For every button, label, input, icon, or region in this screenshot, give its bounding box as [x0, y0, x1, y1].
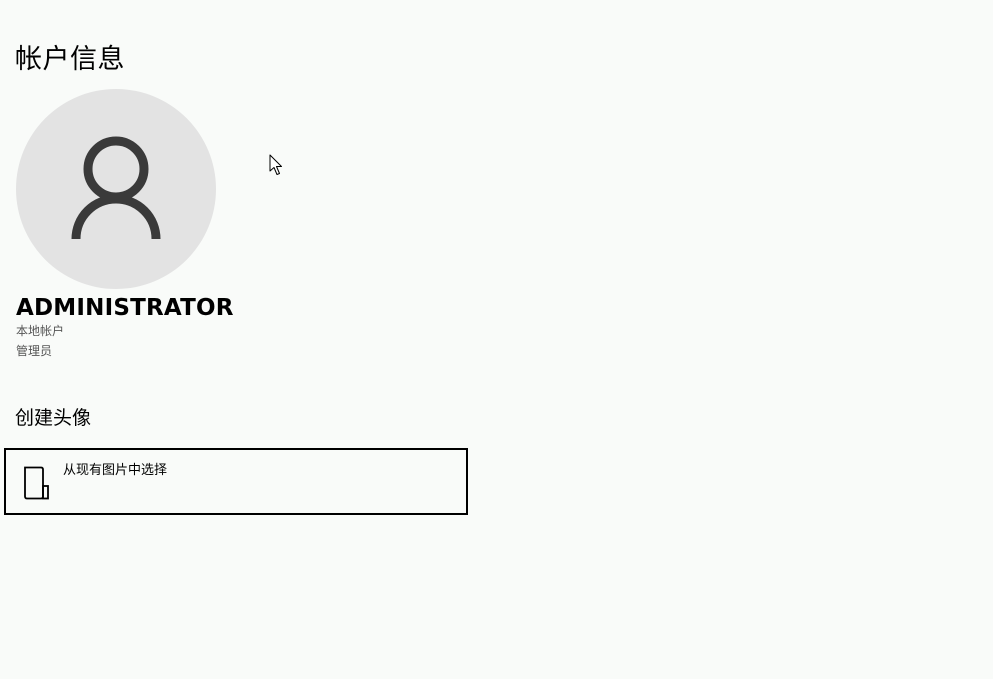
mouse-cursor-icon — [269, 154, 282, 175]
avatar — [16, 89, 216, 289]
account-type: 本地帐户 — [16, 324, 65, 338]
account-role: 管理员 — [16, 344, 53, 358]
create-avatar-heading: 创建头像 — [15, 407, 92, 429]
page-title: 帐户信息 — [15, 44, 125, 75]
browse-picture-label: 从现有图片中选择 — [63, 463, 168, 478]
account-info-page: 帐户信息 ADMINISTRATOR 本地帐户 管理员 创建头像 从现有图片中选… — [0, 0, 993, 679]
user-name: ADMINISTRATOR — [16, 295, 234, 321]
browse-picture-button[interactable]: 从现有图片中选择 — [4, 448, 468, 515]
folder-browse-icon — [24, 466, 49, 500]
person-icon — [71, 136, 161, 240]
